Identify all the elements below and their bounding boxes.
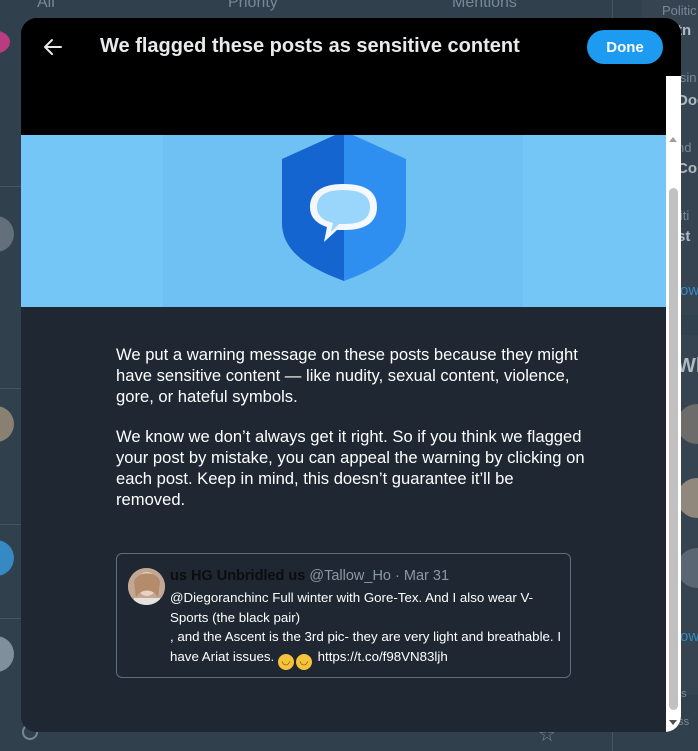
dialog-scroll-area[interactable]: We put a warning message on these posts … — [21, 76, 681, 732]
post-text: @Diegoranchinc Full winter with Gore-Tex… — [170, 588, 565, 670]
avatar-photo — [128, 568, 165, 605]
dialog-content: We put a warning message on these posts … — [21, 307, 666, 732]
post-text-line: @Diegoranchinc Full winter with Gore-Tex… — [170, 590, 534, 625]
post-link[interactable]: https://t.co/f98VN83ljh — [318, 649, 448, 664]
scroll-up-arrow-icon[interactable] — [669, 137, 677, 142]
laughing-emoji-icon: ◡ — [295, 653, 312, 670]
sensitive-content-dialog: We flagged these posts as sensitive cont… — [21, 18, 681, 732]
back-button[interactable] — [35, 29, 71, 65]
post-date[interactable]: Mar 31 — [404, 568, 449, 584]
avatar[interactable] — [128, 568, 165, 605]
separator-dot: · — [395, 568, 400, 584]
arrow-left-icon — [44, 39, 62, 55]
scroll-down-arrow-icon[interactable] — [669, 720, 677, 725]
post-author-name[interactable]: us HG Unbridled us — [170, 568, 305, 584]
explanation-paragraph: We put a warning message on these posts … — [116, 345, 578, 406]
scrollbar[interactable] — [666, 76, 681, 732]
flagged-post-card[interactable]: us HG Unbridled us @Tallow_Ho · Mar 31 @… — [116, 553, 571, 678]
done-button[interactable]: Done — [587, 30, 663, 64]
post-header: us HG Unbridled us @Tallow_Ho · Mar 31 — [170, 568, 449, 584]
post-author-handle[interactable]: @Tallow_Ho — [309, 568, 391, 584]
scrollbar-thumb[interactable] — [669, 188, 678, 710]
laughing-emoji-icon: ◡ — [277, 653, 294, 670]
header-band — [21, 76, 666, 135]
hero-illustration — [21, 135, 666, 307]
dialog-header: We flagged these posts as sensitive cont… — [21, 18, 681, 76]
appeal-paragraph: We know we don’t always get it right. So… — [116, 427, 585, 509]
dialog-title: We flagged these posts as sensitive cont… — [100, 35, 520, 57]
shield-icon — [282, 135, 406, 281]
